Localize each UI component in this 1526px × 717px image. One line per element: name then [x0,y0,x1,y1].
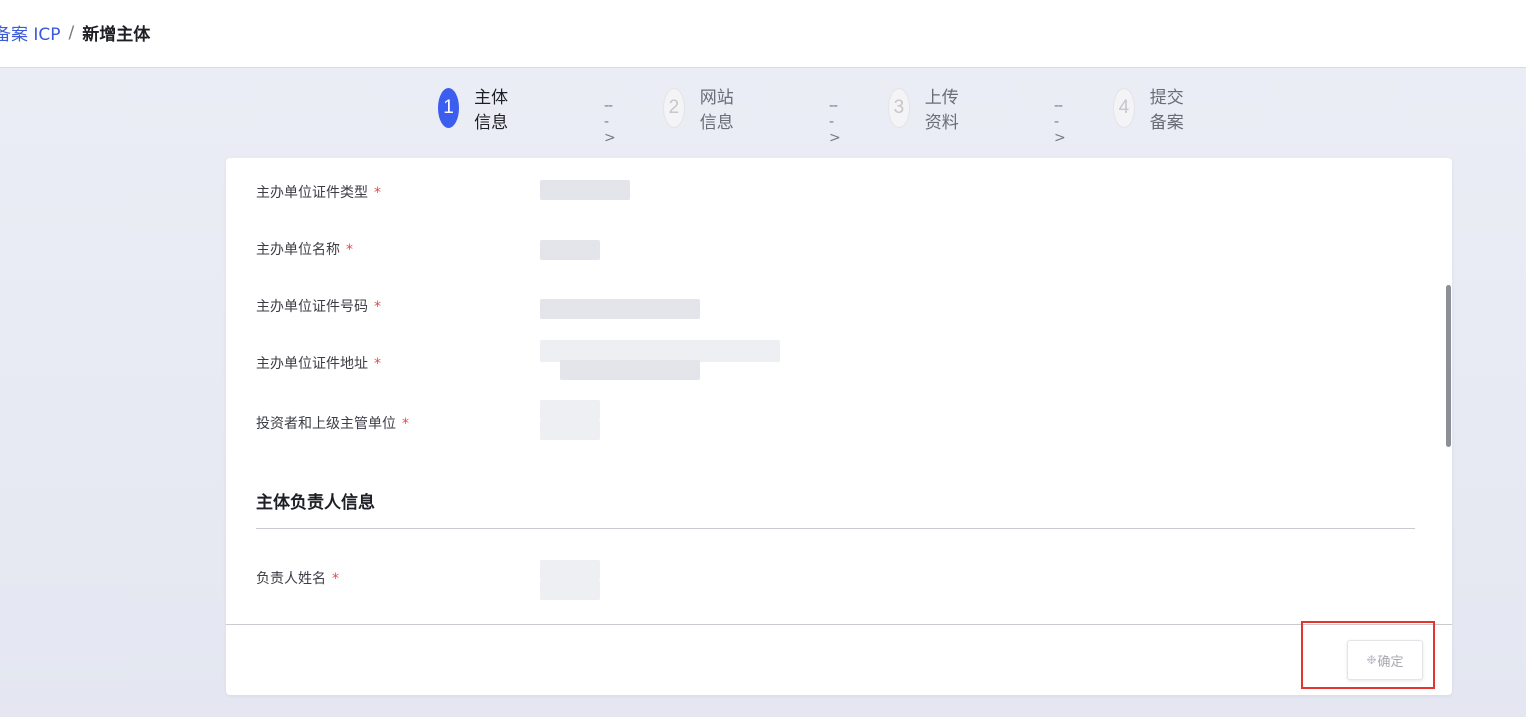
highlight-box [1301,621,1435,689]
vertical-scrollbar[interactable] [1446,285,1451,447]
redacted-value[interactable] [540,560,600,580]
breadcrumb-link-icp[interactable]: 备案 ICP [0,20,61,45]
step-arrow-icon: ---> [1054,98,1066,146]
step-number-2: 2 [663,88,685,128]
step-number-1: 1 [438,88,460,128]
required-mark: * [346,242,353,258]
required-mark: * [374,185,381,201]
step-arrow-icon: ---> [829,98,841,146]
step-1: 1 主体信息 [438,88,510,133]
required-mark: * [332,571,339,587]
field-label-investor: 投资者和上级主管单位 * [256,416,409,432]
required-mark: * [402,416,409,432]
field-label-cert-type: 主办单位证件类型 * [256,185,381,201]
breadcrumb-separator: / [68,22,75,43]
redacted-value[interactable] [540,340,780,362]
redacted-value[interactable] [540,299,700,319]
step-label-4: 提交备案 [1149,88,1184,133]
step-2: 2 网站信息 [663,88,735,133]
breadcrumb-current: 新增主体 [82,25,151,45]
redacted-value[interactable] [540,180,630,200]
step-arrow-icon: ---> [604,98,616,146]
redacted-value[interactable] [540,420,600,440]
footer-divider [226,624,1452,625]
step-label-1: 主体信息 [474,88,509,133]
redacted-value[interactable] [560,360,700,380]
required-mark: * [374,356,381,372]
required-mark: * [374,299,381,315]
redacted-value[interactable] [540,580,600,600]
field-label-org-name: 主办单位名称 * [256,242,353,258]
field-label-person-name: 负责人姓名 * [256,571,339,587]
section-title: 主体负责人信息 [256,493,375,513]
field-label-cert-number: 主办单位证件号码 * [256,299,381,315]
redacted-value[interactable] [540,400,600,420]
form-card: 主办单位证件类型 * 主办单位名称 * 主办单位证件号码 * 主办单位证件地址 * 投资… [226,158,1452,695]
step-number-4: 4 [1113,88,1135,128]
breadcrumb: 备案 ICP / 新增主体 [0,20,151,46]
field-label-cert-address: 主办单位证件地址 * [256,356,381,372]
step-3: 3 上传资料 [888,88,960,133]
top-header: 备案 ICP / 新增主体 [0,0,1526,68]
redacted-value[interactable] [540,240,600,260]
step-label-3: 上传资料 [924,88,959,133]
step-4: 4 提交备案 [1113,88,1185,133]
step-label-2: 网站信息 [699,88,734,133]
section-divider [256,528,1415,529]
step-number-3: 3 [888,88,910,128]
